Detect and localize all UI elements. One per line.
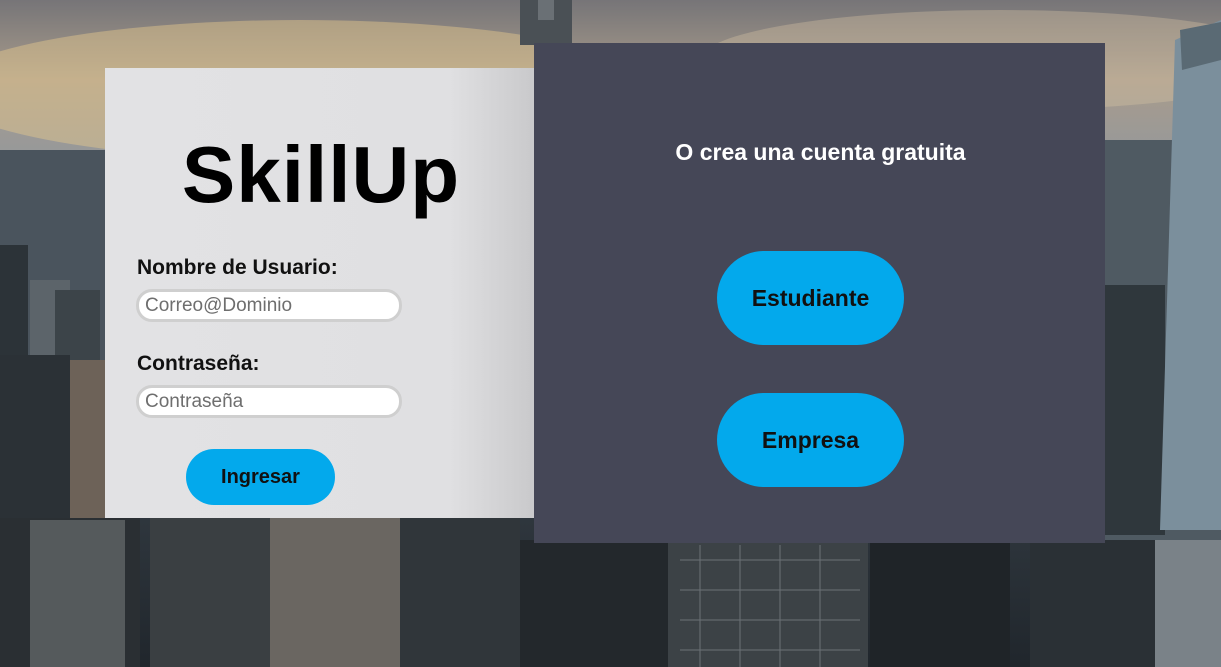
student-signup-button[interactable]: Estudiante	[717, 251, 904, 345]
login-button[interactable]: Ingresar	[186, 449, 335, 505]
username-label: Nombre de Usuario:	[137, 256, 338, 279]
signup-panel: O crea una cuenta gratuita Estudiante Em…	[534, 43, 1105, 543]
brand-logo: SkillUp	[181, 130, 461, 219]
username-input[interactable]	[136, 289, 402, 322]
password-label: Contraseña:	[137, 352, 260, 375]
signup-heading: O crea una cuenta gratuita	[675, 139, 966, 165]
password-input[interactable]	[136, 385, 402, 418]
company-signup-button[interactable]: Empresa	[717, 393, 904, 487]
login-panel: SkillUp Nombre de Usuario: Contraseña: I…	[105, 68, 535, 518]
